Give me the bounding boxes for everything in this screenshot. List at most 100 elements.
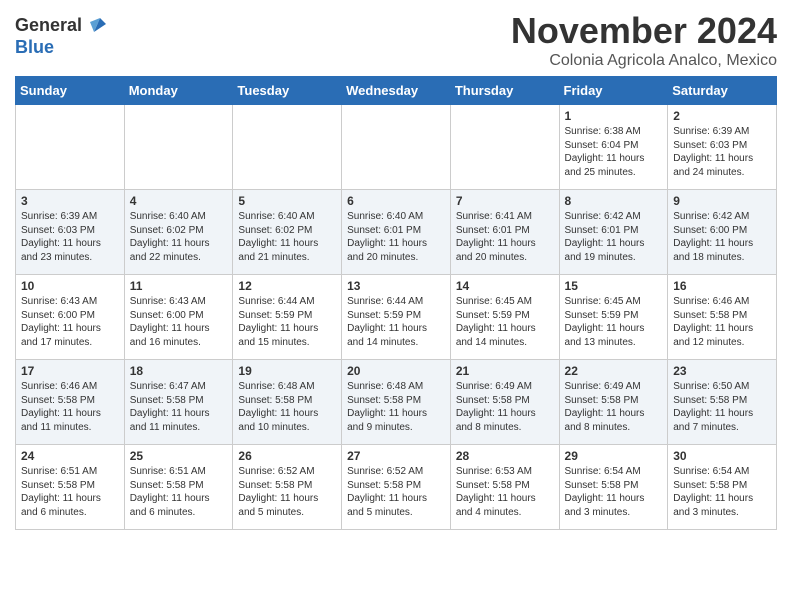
calendar-cell xyxy=(124,105,233,190)
week-row-1: 3 Sunrise: 6:39 AM Sunset: 6:03 PM Daylig… xyxy=(16,190,777,275)
day-number: 1 xyxy=(565,109,663,123)
calendar-cell: 6 Sunrise: 6:40 AM Sunset: 6:01 PM Daylig… xyxy=(342,190,451,275)
day-info: Sunrise: 6:39 AM Sunset: 6:03 PM Dayligh… xyxy=(673,125,771,179)
day-number: 10 xyxy=(21,279,119,293)
day-number: 5 xyxy=(238,194,336,208)
calendar-cell: 1 Sunrise: 6:38 AM Sunset: 6:04 PM Daylig… xyxy=(559,105,668,190)
day-number: 22 xyxy=(565,364,663,378)
calendar-cell xyxy=(16,105,125,190)
day-number: 4 xyxy=(130,194,228,208)
day-info: Sunrise: 6:48 AM Sunset: 5:58 PM Dayligh… xyxy=(347,380,445,434)
day-number: 18 xyxy=(130,364,228,378)
calendar-cell: 16 Sunrise: 6:46 AM Sunset: 5:58 PM Dayli… xyxy=(668,275,777,360)
calendar-cell: 20Sunrise: 6:48 AM Sunset: 5:58 PM Dayli… xyxy=(342,360,451,445)
day-number: 3 xyxy=(21,194,119,208)
logo-general-text: General xyxy=(15,16,82,36)
calendar-cell xyxy=(342,105,451,190)
day-info: Sunrise: 6:52 AM Sunset: 5:58 PM Dayligh… xyxy=(238,465,336,519)
calendar-cell: 10 Sunrise: 6:43 AM Sunset: 6:00 PM Dayli… xyxy=(16,275,125,360)
day-number: 13 xyxy=(347,279,445,293)
day-info: Sunrise: 6:54 AM Sunset: 5:58 PM Dayligh… xyxy=(673,465,771,519)
calendar-cell: 11 Sunrise: 6:43 AM Sunset: 6:00 PM Dayli… xyxy=(124,275,233,360)
title-area: November 2024 Colonia Agricola Analco, M… xyxy=(511,10,777,70)
calendar-cell: 21 Sunrise: 6:49 AM Sunset: 5:58 PM Dayli… xyxy=(450,360,559,445)
day-number: 9 xyxy=(673,194,771,208)
calendar-cell: 3 Sunrise: 6:39 AM Sunset: 6:03 PM Daylig… xyxy=(16,190,125,275)
day-number: 12 xyxy=(238,279,336,293)
week-row-3: 17Sunrise: 6:46 AM Sunset: 5:58 PM Dayli… xyxy=(16,360,777,445)
calendar-cell: 15Sunrise: 6:45 AM Sunset: 5:59 PM Dayli… xyxy=(559,275,668,360)
calendar-cell: 23Sunrise: 6:50 AM Sunset: 5:58 PM Dayli… xyxy=(668,360,777,445)
calendar-cell: 17Sunrise: 6:46 AM Sunset: 5:58 PM Dayli… xyxy=(16,360,125,445)
day-number: 8 xyxy=(565,194,663,208)
day-info: Sunrise: 6:43 AM Sunset: 6:00 PM Dayligh… xyxy=(130,295,228,349)
day-info: Sunrise: 6:39 AM Sunset: 6:03 PM Dayligh… xyxy=(21,210,119,264)
day-info: Sunrise: 6:47 AM Sunset: 5:58 PM Dayligh… xyxy=(130,380,228,434)
day-number: 11 xyxy=(130,279,228,293)
calendar-cell: 5Sunrise: 6:40 AM Sunset: 6:02 PM Daylig… xyxy=(233,190,342,275)
day-info: Sunrise: 6:45 AM Sunset: 5:59 PM Dayligh… xyxy=(565,295,663,349)
day-number: 28 xyxy=(456,449,554,463)
day-number: 21 xyxy=(456,364,554,378)
calendar-cell: 27 Sunrise: 6:52 AM Sunset: 5:58 PM Dayli… xyxy=(342,445,451,530)
calendar-cell xyxy=(450,105,559,190)
calendar-cell xyxy=(233,105,342,190)
day-number: 14 xyxy=(456,279,554,293)
weekday-header-thursday: Thursday xyxy=(450,77,559,105)
day-info: Sunrise: 6:43 AM Sunset: 6:00 PM Dayligh… xyxy=(21,295,119,349)
calendar-cell: 14 Sunrise: 6:45 AM Sunset: 5:59 PM Dayli… xyxy=(450,275,559,360)
day-number: 30 xyxy=(673,449,771,463)
calendar-cell: 26 Sunrise: 6:52 AM Sunset: 5:58 PM Dayli… xyxy=(233,445,342,530)
day-number: 7 xyxy=(456,194,554,208)
logo: General Blue xyxy=(15,14,110,58)
calendar-cell: 4 Sunrise: 6:40 AM Sunset: 6:02 PM Daylig… xyxy=(124,190,233,275)
day-info: Sunrise: 6:52 AM Sunset: 5:58 PM Dayligh… xyxy=(347,465,445,519)
location-subtitle: Colonia Agricola Analco, Mexico xyxy=(511,52,777,70)
week-row-0: 1 Sunrise: 6:38 AM Sunset: 6:04 PM Daylig… xyxy=(16,105,777,190)
day-number: 24 xyxy=(21,449,119,463)
day-info: Sunrise: 6:50 AM Sunset: 5:58 PM Dayligh… xyxy=(673,380,771,434)
day-info: Sunrise: 6:42 AM Sunset: 6:00 PM Dayligh… xyxy=(673,210,771,264)
calendar-cell: 2Sunrise: 6:39 AM Sunset: 6:03 PM Daylig… xyxy=(668,105,777,190)
day-number: 26 xyxy=(238,449,336,463)
calendar-cell: 8Sunrise: 6:42 AM Sunset: 6:01 PM Daylig… xyxy=(559,190,668,275)
day-info: Sunrise: 6:49 AM Sunset: 5:58 PM Dayligh… xyxy=(456,380,554,434)
day-info: Sunrise: 6:53 AM Sunset: 5:58 PM Dayligh… xyxy=(456,465,554,519)
calendar-cell: 7Sunrise: 6:41 AM Sunset: 6:01 PM Daylig… xyxy=(450,190,559,275)
day-info: Sunrise: 6:51 AM Sunset: 5:58 PM Dayligh… xyxy=(21,465,119,519)
day-number: 6 xyxy=(347,194,445,208)
calendar-cell: 24 Sunrise: 6:51 AM Sunset: 5:58 PM Dayli… xyxy=(16,445,125,530)
weekday-header-saturday: Saturday xyxy=(668,77,777,105)
calendar-cell: 9 Sunrise: 6:42 AM Sunset: 6:00 PM Daylig… xyxy=(668,190,777,275)
day-info: Sunrise: 6:46 AM Sunset: 5:58 PM Dayligh… xyxy=(673,295,771,349)
day-number: 25 xyxy=(130,449,228,463)
day-info: Sunrise: 6:38 AM Sunset: 6:04 PM Dayligh… xyxy=(565,125,663,179)
day-number: 27 xyxy=(347,449,445,463)
day-info: Sunrise: 6:40 AM Sunset: 6:02 PM Dayligh… xyxy=(130,210,228,264)
day-info: Sunrise: 6:48 AM Sunset: 5:58 PM Dayligh… xyxy=(238,380,336,434)
calendar-cell: 29 Sunrise: 6:54 AM Sunset: 5:58 PM Dayli… xyxy=(559,445,668,530)
calendar-cell: 19 Sunrise: 6:48 AM Sunset: 5:58 PM Dayli… xyxy=(233,360,342,445)
week-row-4: 24 Sunrise: 6:51 AM Sunset: 5:58 PM Dayli… xyxy=(16,445,777,530)
calendar-cell: 22Sunrise: 6:49 AM Sunset: 5:58 PM Dayli… xyxy=(559,360,668,445)
day-number: 29 xyxy=(565,449,663,463)
calendar-cell: 25Sunrise: 6:51 AM Sunset: 5:58 PM Dayli… xyxy=(124,445,233,530)
calendar-cell: 28 Sunrise: 6:53 AM Sunset: 5:58 PM Dayli… xyxy=(450,445,559,530)
calendar-cell: 18 Sunrise: 6:47 AM Sunset: 5:58 PM Dayli… xyxy=(124,360,233,445)
day-info: Sunrise: 6:44 AM Sunset: 5:59 PM Dayligh… xyxy=(347,295,445,349)
logo-blue-text: Blue xyxy=(15,38,110,58)
week-row-2: 10 Sunrise: 6:43 AM Sunset: 6:00 PM Dayli… xyxy=(16,275,777,360)
weekday-header-monday: Monday xyxy=(124,77,233,105)
day-number: 16 xyxy=(673,279,771,293)
day-number: 19 xyxy=(238,364,336,378)
weekday-header-row: SundayMondayTuesdayWednesdayThursdayFrid… xyxy=(16,77,777,105)
calendar-cell: 30 Sunrise: 6:54 AM Sunset: 5:58 PM Dayli… xyxy=(668,445,777,530)
day-info: Sunrise: 6:46 AM Sunset: 5:58 PM Dayligh… xyxy=(21,380,119,434)
day-info: Sunrise: 6:40 AM Sunset: 6:01 PM Dayligh… xyxy=(347,210,445,264)
day-info: Sunrise: 6:45 AM Sunset: 5:59 PM Dayligh… xyxy=(456,295,554,349)
day-info: Sunrise: 6:54 AM Sunset: 5:58 PM Dayligh… xyxy=(565,465,663,519)
weekday-header-friday: Friday xyxy=(559,77,668,105)
header: General Blue November 2024 Colonia Agric… xyxy=(15,10,777,70)
logo-icon xyxy=(86,14,110,38)
calendar-cell: 12Sunrise: 6:44 AM Sunset: 5:59 PM Dayli… xyxy=(233,275,342,360)
